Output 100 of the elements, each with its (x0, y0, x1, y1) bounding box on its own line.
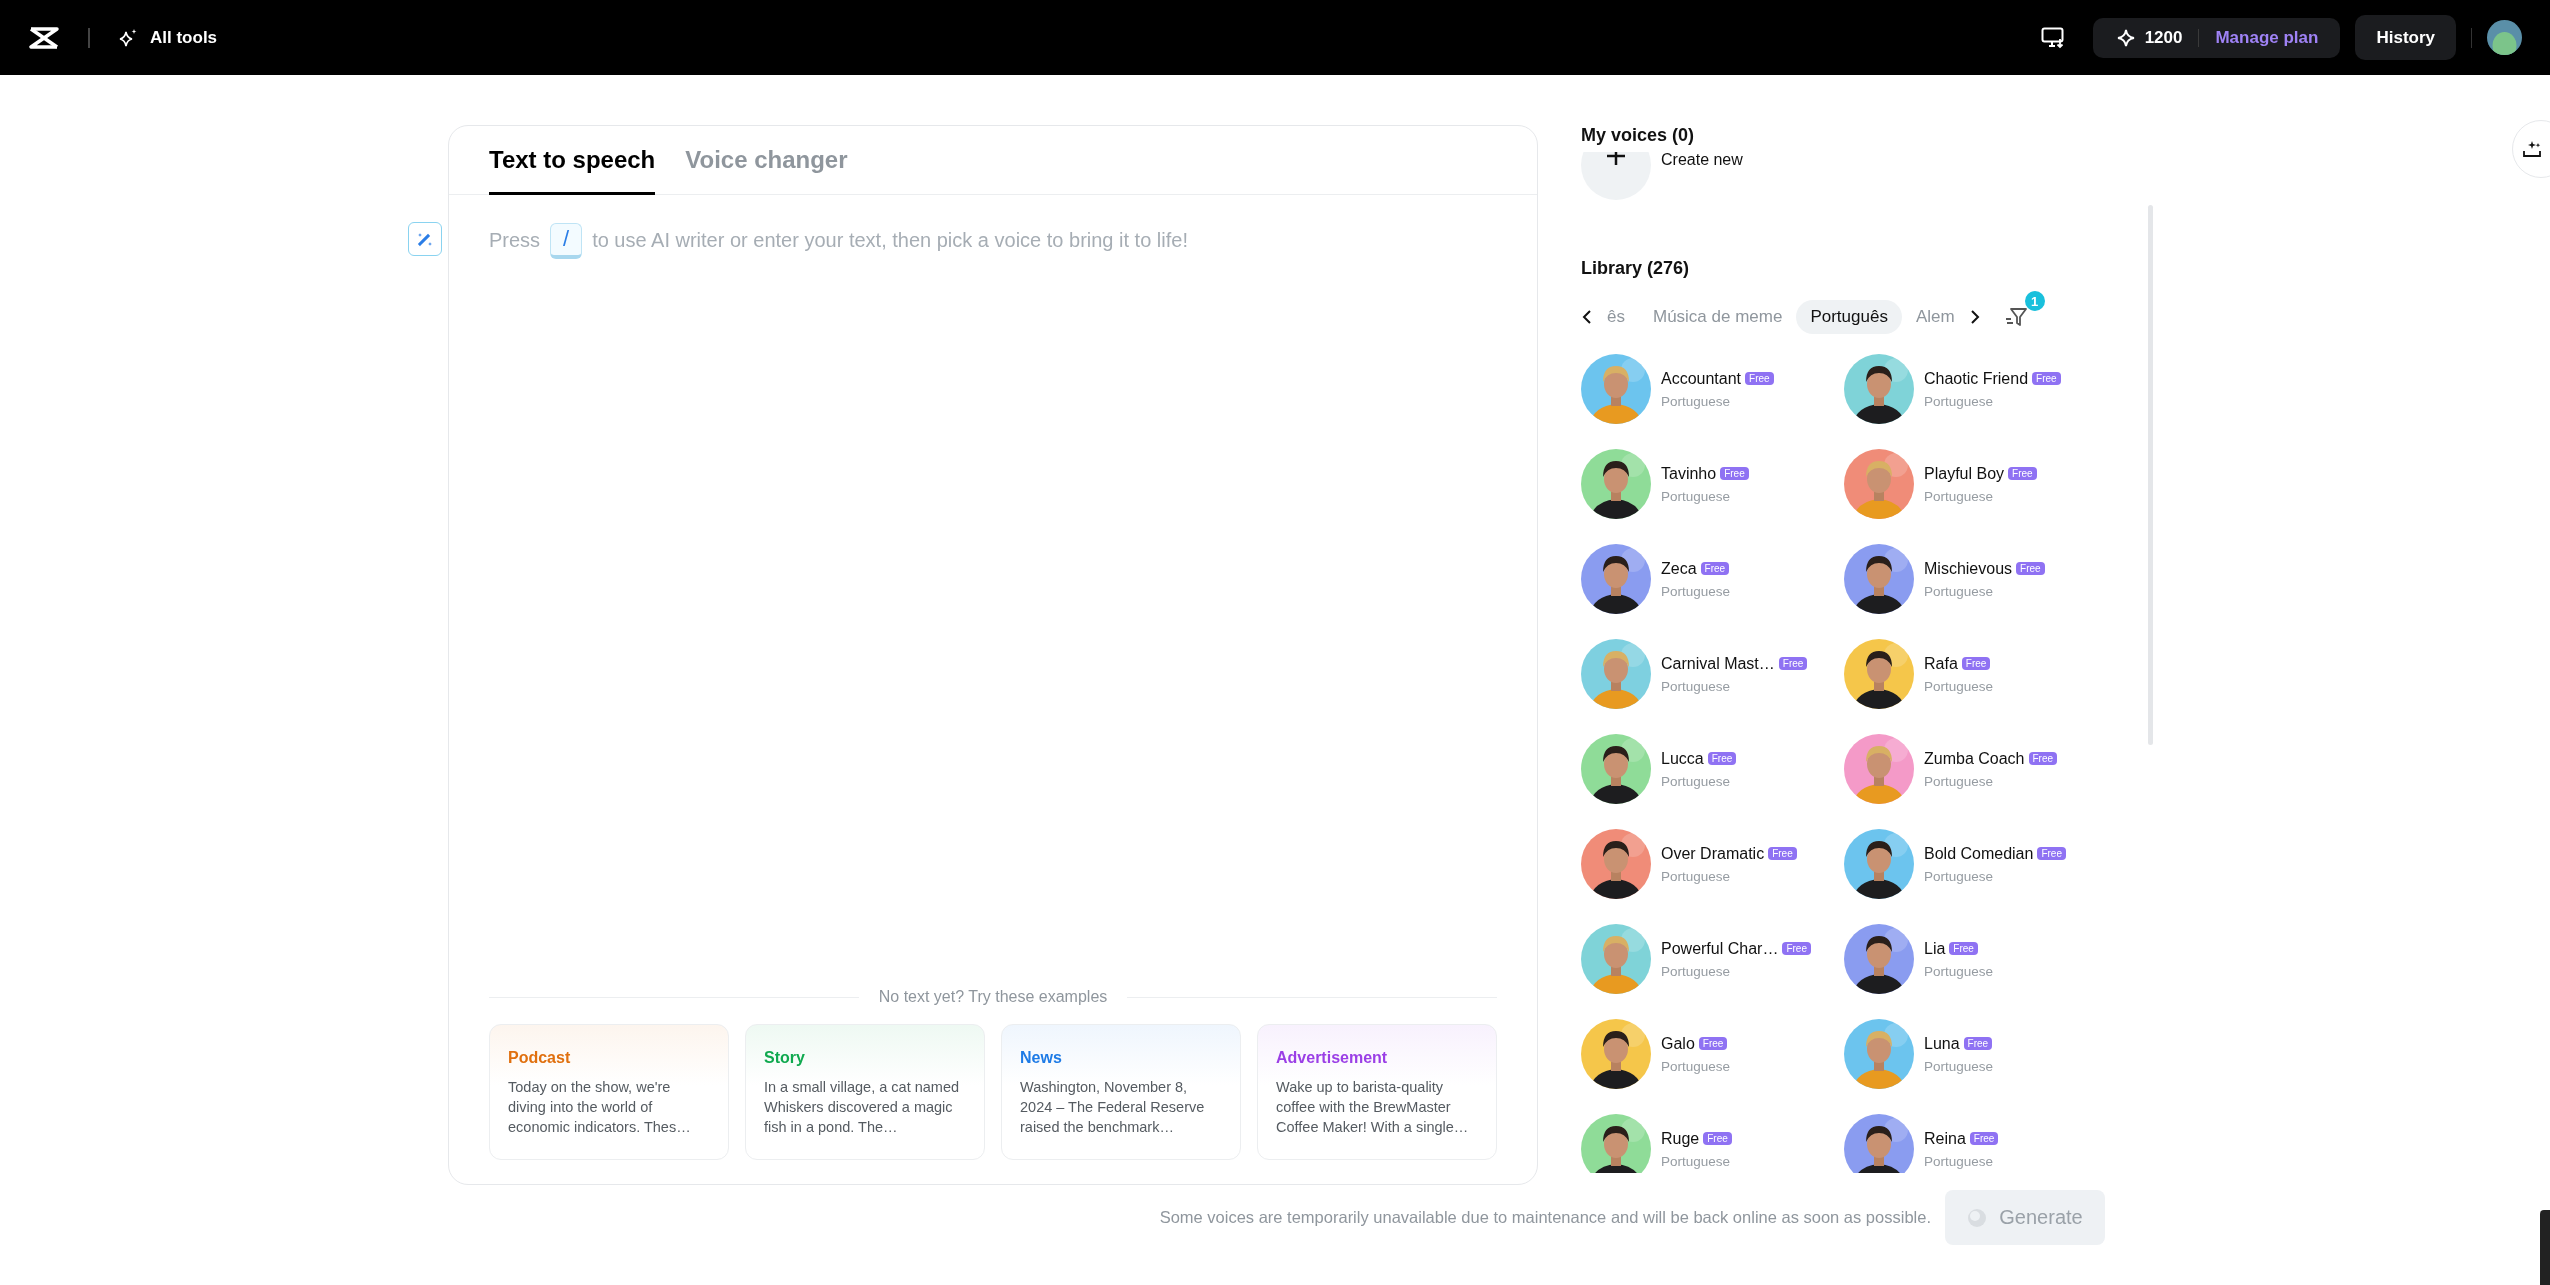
sparkle-icon (118, 27, 138, 48)
free-badge: Free (2008, 467, 2037, 480)
monitor-download-icon[interactable] (2040, 26, 2065, 49)
voice-name: Zeca (1661, 559, 1697, 578)
voice-item[interactable]: Galo Free Portuguese (1581, 1018, 1844, 1090)
example-card[interactable]: Podcast Today on the show, we're diving into the world of economic indicators. Thes… (489, 1024, 729, 1160)
filter-chip[interactable]: Português (1796, 300, 1902, 334)
voice-name: Tavinho (1661, 464, 1717, 483)
voice-language: Portuguese (1924, 488, 1995, 504)
history-button[interactable]: History (2355, 15, 2456, 60)
voice-item[interactable]: Rafa Free Portuguese (1844, 638, 2107, 710)
voice-language: Portuguese (1924, 583, 1995, 599)
chevron-right-icon[interactable] (1968, 309, 1981, 325)
voice-name: Luna (1924, 1034, 1960, 1053)
voice-item[interactable]: Ruge Free Portuguese (1581, 1113, 1844, 1173)
voice-item[interactable]: Lucca Free Portuguese (1581, 733, 1844, 805)
section-title: Library (276) (1581, 258, 1691, 279)
filter-icon (2004, 305, 2027, 327)
free-badge: Free (1961, 657, 1991, 670)
filter-count-badge: 1 (2024, 291, 2045, 311)
voice-item[interactable]: Over Dramatic Free Portuguese (1581, 828, 1844, 900)
voice-name: Lucca (1661, 749, 1704, 768)
voice-language: Portuguese (1924, 1153, 1995, 1169)
scrollbar[interactable] (2148, 205, 2153, 745)
voice-language: Portuguese (1924, 393, 1995, 409)
voice-name: Ruge (1661, 1129, 1700, 1148)
voice-language: Portuguese (1924, 773, 1995, 789)
voice-item[interactable]: Zumba Coach Free Portuguese (1844, 733, 2107, 805)
placeholder-text: to use AI writer or enter your text, then pick a voice to bring it to life! (592, 229, 1188, 252)
free-badge: Free (2037, 847, 2066, 860)
voice-name: Carnival Mast… (1661, 654, 1775, 673)
scroll-handle[interactable] (2540, 1210, 2550, 1285)
voice-name: Galo (1661, 1034, 1695, 1053)
chevron-left-icon[interactable] (1581, 309, 1593, 325)
voice-item[interactable]: Powerful Char… Free Portuguese (1581, 923, 1844, 995)
plus-icon (1606, 152, 1626, 166)
voice-item[interactable]: Tavinho Free Portuguese (1581, 448, 1844, 520)
voice-language: Portuguese (1924, 868, 1995, 884)
voice-language: Portuguese (1661, 868, 1732, 884)
placeholder-text: Press (489, 229, 541, 252)
voice-item[interactable]: Zeca Free Portuguese (1581, 543, 1844, 615)
free-badge: Free (1969, 1132, 1999, 1145)
free-badge: Free (1963, 1037, 1993, 1050)
free-badge: Free (1745, 372, 1774, 385)
voice-item[interactable]: Carnival Mast… Free Portuguese (1581, 638, 1844, 710)
example-card[interactable]: Story In a small village, a cat named Whiskers discovered a magic fish in a pond. The… (745, 1024, 985, 1160)
voice-name: Playful Boy (1924, 464, 2005, 483)
voice-name: Mischievous (1924, 559, 2013, 578)
free-badge: Free (1707, 752, 1737, 765)
example-card[interactable]: News Washington, November 8, 2024 – The Federal Reserve raised the benchmark… (1001, 1024, 1241, 1160)
voice-language: Portuguese (1661, 963, 1732, 979)
voice-item[interactable]: Lia Free Portuguese (1844, 923, 2107, 995)
tab[interactable]: Text to speech (489, 126, 656, 195)
free-badge: Free (1949, 942, 1978, 955)
free-badge: Free (2032, 372, 2061, 385)
voice-item[interactable]: Playful Boy Free Portuguese (1844, 448, 2107, 520)
sparkle-tray-icon (2522, 139, 2544, 159)
all-tools-button[interactable]: All tools (118, 27, 218, 48)
credits-count: 1200 (2144, 27, 2183, 48)
voice-language: Portuguese (1661, 1058, 1731, 1074)
voice-language: Portuguese (1924, 963, 1994, 979)
voice-language: Portuguese (1661, 678, 1732, 694)
voice-name: Rafa (1924, 654, 1958, 673)
free-badge: Free (1698, 1037, 1728, 1050)
voice-item[interactable]: Luna Free Portuguese (1844, 1018, 2107, 1090)
voice-language: Portuguese (1924, 1058, 1994, 1074)
voice-name: Lia (1924, 939, 1946, 958)
voice-language: Portuguese (1661, 1153, 1732, 1169)
voice-name: Over Dramatic (1661, 844, 1765, 863)
voice-item[interactable]: Reina Free Portuguese (1844, 1113, 2107, 1173)
shortcut-key: / (550, 222, 583, 259)
voice-language: Portuguese (1661, 393, 1732, 409)
voice-language: Portuguese (1661, 583, 1731, 599)
free-badge: Free (2028, 752, 2058, 765)
voice-name: Chaotic Friend (1924, 369, 2029, 388)
sparkle-icon (2116, 28, 2135, 47)
free-badge: Free (1700, 562, 1730, 575)
voice-name: Bold Comedian (1924, 844, 2034, 863)
voice-name: Accountant (1661, 369, 1742, 388)
voice-item[interactable]: Accountant Free Portuguese (1581, 353, 1844, 425)
maintenance-notice: Some voices are temporarily unavailable due to maintenance and will be back online as soon as possible. (1159, 1208, 1931, 1227)
examples-heading: No text yet? Try these examples (878, 988, 1108, 1006)
voice-language: Portuguese (1661, 773, 1732, 789)
voice-name: Zumba Coach (1924, 749, 2025, 768)
ai-writer-button[interactable] (408, 222, 442, 256)
avatar-icon[interactable] (2487, 20, 2522, 55)
voice-item[interactable]: Mischievous Free Portuguese (1844, 543, 2107, 615)
voice-name: Reina (1924, 1129, 1966, 1148)
free-badge: Free (1768, 847, 1797, 860)
example-card[interactable]: Advertisement Wake up to barista-quality coffee with the BrewMaster Coffee Maker! With a single… (1257, 1024, 1497, 1160)
free-badge: Free (1720, 467, 1749, 480)
logo-icon[interactable] (28, 25, 60, 50)
free-badge: Free (1703, 1132, 1732, 1145)
voice-language: Portuguese (1924, 678, 1994, 694)
voice-language: Portuguese (1661, 488, 1732, 504)
section-title: My voices (0) (1581, 125, 1696, 146)
manage-plan-link[interactable]: Manage plan (2215, 27, 2319, 48)
voice-item[interactable]: Chaotic Friend Free Portuguese (1844, 353, 2107, 425)
create-voice-button[interactable]: Create new (1581, 152, 1743, 200)
voice-item[interactable]: Bold Comedian Free Portuguese (1844, 828, 2107, 900)
